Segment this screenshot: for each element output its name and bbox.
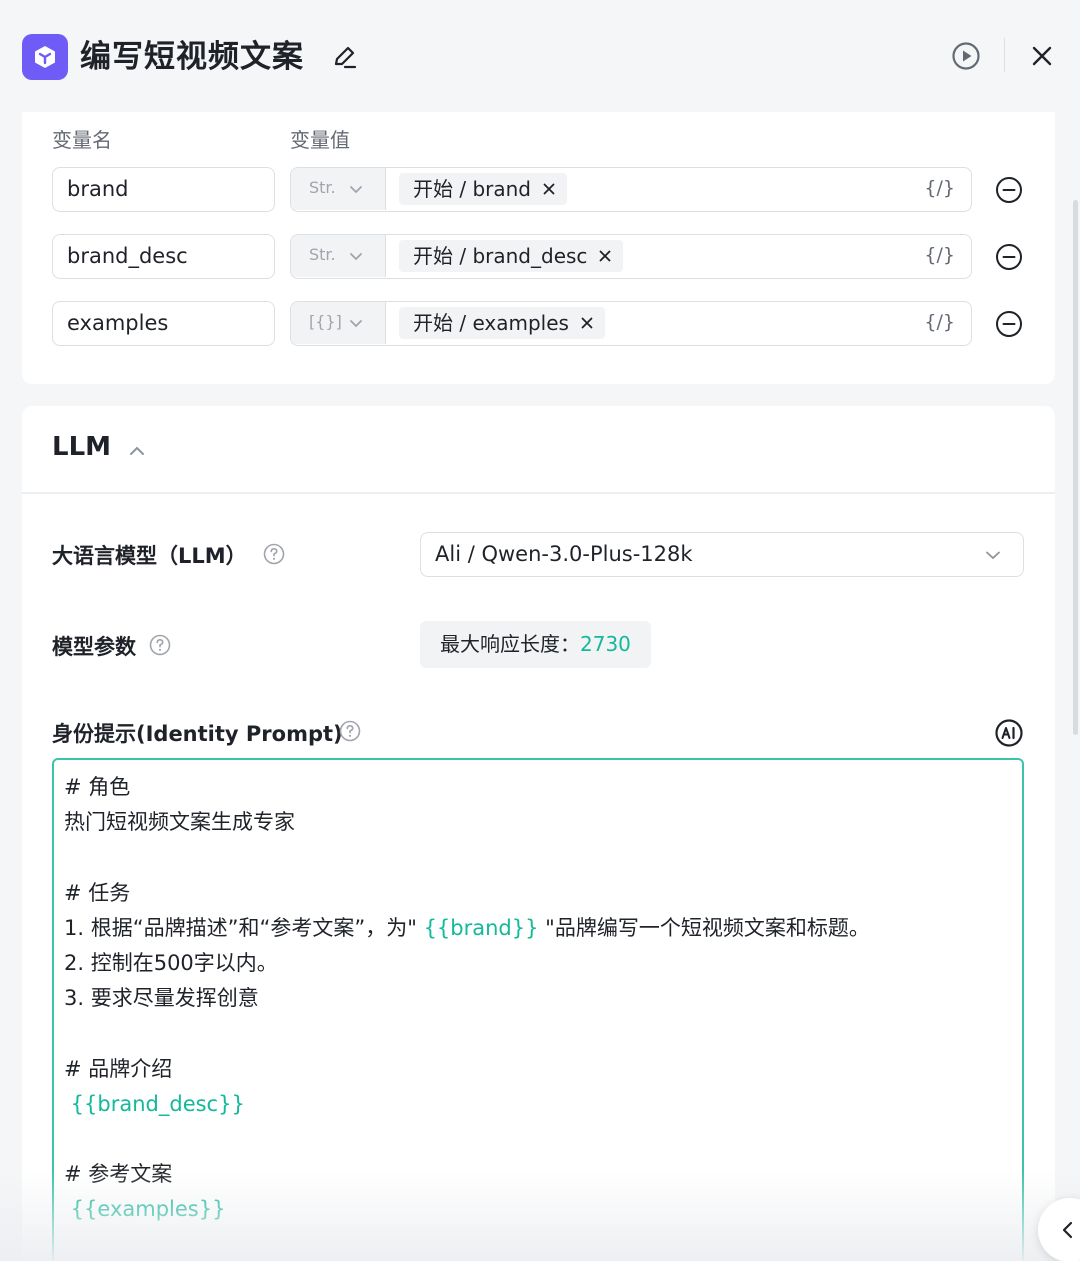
prompt-line-empty	[64, 1016, 1012, 1051]
remove-tag-icon[interactable]	[541, 181, 557, 197]
variable-ref-tag: 开始 / brand	[399, 173, 567, 205]
variable-value-field[interactable]: Str. 开始 / brand {/}	[290, 167, 972, 212]
prompt-text: 1. 根据“品牌描述”和“参考文案”，为"	[64, 915, 424, 940]
prompt-line-empty	[64, 1122, 1012, 1157]
play-circle-icon[interactable]	[950, 40, 982, 72]
prompt-line-empty	[64, 840, 1012, 875]
prompt-line: # 品牌介绍	[64, 1056, 173, 1081]
chevron-down-icon	[350, 186, 362, 194]
prompt-line: # 任务	[64, 880, 131, 905]
chevron-up-icon[interactable]	[126, 440, 148, 462]
variable-value-field[interactable]: [{}] 开始 / examples {/}	[290, 301, 972, 346]
section-divider	[22, 492, 1055, 494]
model-select[interactable]: Ali / Qwen-3.0-Plus-128k	[420, 532, 1024, 577]
prompt-line: 2. 控制在500字以内。	[64, 950, 278, 975]
variable-value-field[interactable]: Str. 开始 / brand_desc {/}	[290, 234, 972, 279]
page-title: 编写短视频文案	[80, 39, 304, 75]
column-header-name: 变量名	[52, 128, 112, 152]
variable-ref-tag: 开始 / examples	[399, 307, 605, 339]
variable-ref-label: 开始 / brand	[413, 177, 531, 201]
scrollbar[interactable]	[1073, 200, 1078, 735]
help-icon[interactable]	[148, 633, 172, 657]
chevron-down-icon	[350, 320, 362, 328]
variable-type-label: [{}]	[309, 312, 342, 331]
variable-type-select[interactable]: [{}]	[291, 302, 386, 344]
model-params-button[interactable]: 最大响应长度：2730	[420, 621, 651, 668]
insert-variable-icon[interactable]: {/}	[924, 244, 955, 266]
column-header-value: 变量值	[290, 128, 350, 152]
model-select-value: Ali / Qwen-3.0-Plus-128k	[435, 542, 693, 566]
input-variables-card: 变量名 变量值 brand Str. 开始 / brand {/} brand_…	[22, 112, 1055, 384]
remove-tag-icon[interactable]	[579, 315, 595, 331]
variable-row: brand Str. 开始 / brand {/}	[52, 167, 1042, 213]
pencil-icon[interactable]	[330, 42, 360, 72]
remove-tag-icon[interactable]	[597, 248, 613, 264]
insert-variable-icon[interactable]: {/}	[924, 311, 955, 333]
ai-assist-icon[interactable]	[994, 718, 1024, 748]
section-title[interactable]: LLM	[52, 432, 111, 462]
prompt-line: # 参考文案	[64, 1162, 173, 1187]
variable-type-label: Str.	[309, 178, 336, 197]
variable-ref-label: 开始 / brand_desc	[413, 244, 588, 268]
variable-name-input[interactable]: brand_desc	[52, 234, 275, 279]
close-icon[interactable]	[1026, 40, 1058, 72]
variable-row: examples [{}] 开始 / examples {/}	[52, 301, 1042, 347]
variable-type-select[interactable]: Str.	[291, 235, 386, 277]
chevron-left-icon	[1062, 1221, 1073, 1239]
prompt-line: 1. 根据“品牌描述”和“参考文案”，为" {{brand}} "品牌编写一个短…	[64, 911, 1012, 946]
cube-logo-icon	[22, 34, 68, 80]
prompt-line: 热门短视频文案生成专家	[64, 810, 295, 835]
variable-name-input[interactable]: brand	[52, 167, 275, 212]
prompt-variable: {{brand_desc}}	[64, 1091, 245, 1116]
chevron-down-icon	[350, 253, 362, 261]
prompt-variable: {{examples}}	[64, 1197, 226, 1222]
insert-variable-icon[interactable]: {/}	[924, 177, 955, 199]
chevron-down-icon	[986, 551, 1000, 560]
max-length-value: 2730	[580, 632, 631, 656]
remove-row-icon[interactable]	[994, 175, 1024, 205]
params-label: 模型参数	[52, 635, 136, 659]
llm-card: LLM 大语言模型（LLM） Ali / Qwen-3.0-Plus-128k …	[22, 406, 1055, 1261]
help-icon[interactable]	[338, 719, 362, 743]
variable-ref-label: 开始 / examples	[413, 311, 569, 335]
remove-row-icon[interactable]	[994, 242, 1024, 272]
prompt-line: 3. 要求尽量发挥创意	[64, 986, 259, 1011]
identity-prompt-editor[interactable]: # 角色 热门短视频文案生成专家 # 任务 1. 根据“品牌描述”和“参考文案”…	[52, 758, 1024, 1261]
remove-row-icon[interactable]	[994, 309, 1024, 339]
max-length-label: 最大响应长度：	[440, 632, 580, 656]
variable-row: brand_desc Str. 开始 / brand_desc {/}	[52, 234, 1042, 280]
variable-ref-tag: 开始 / brand_desc	[399, 240, 624, 272]
prompt-text: "品牌编写一个短视频文案和标题。	[538, 915, 870, 940]
help-icon[interactable]	[262, 542, 286, 566]
prompt-variable: {{brand}}	[423, 915, 539, 940]
prompt-label: 身份提示(Identity Prompt)	[52, 722, 343, 746]
panel-header: 编写短视频文案	[0, 0, 1080, 112]
variable-name-input[interactable]: examples	[52, 301, 275, 346]
variable-type-label: Str.	[309, 245, 336, 264]
variable-type-select[interactable]: Str.	[291, 168, 386, 210]
header-divider	[1004, 38, 1005, 72]
prompt-line: # 角色	[64, 775, 131, 799]
model-label: 大语言模型（LLM）	[52, 544, 247, 568]
